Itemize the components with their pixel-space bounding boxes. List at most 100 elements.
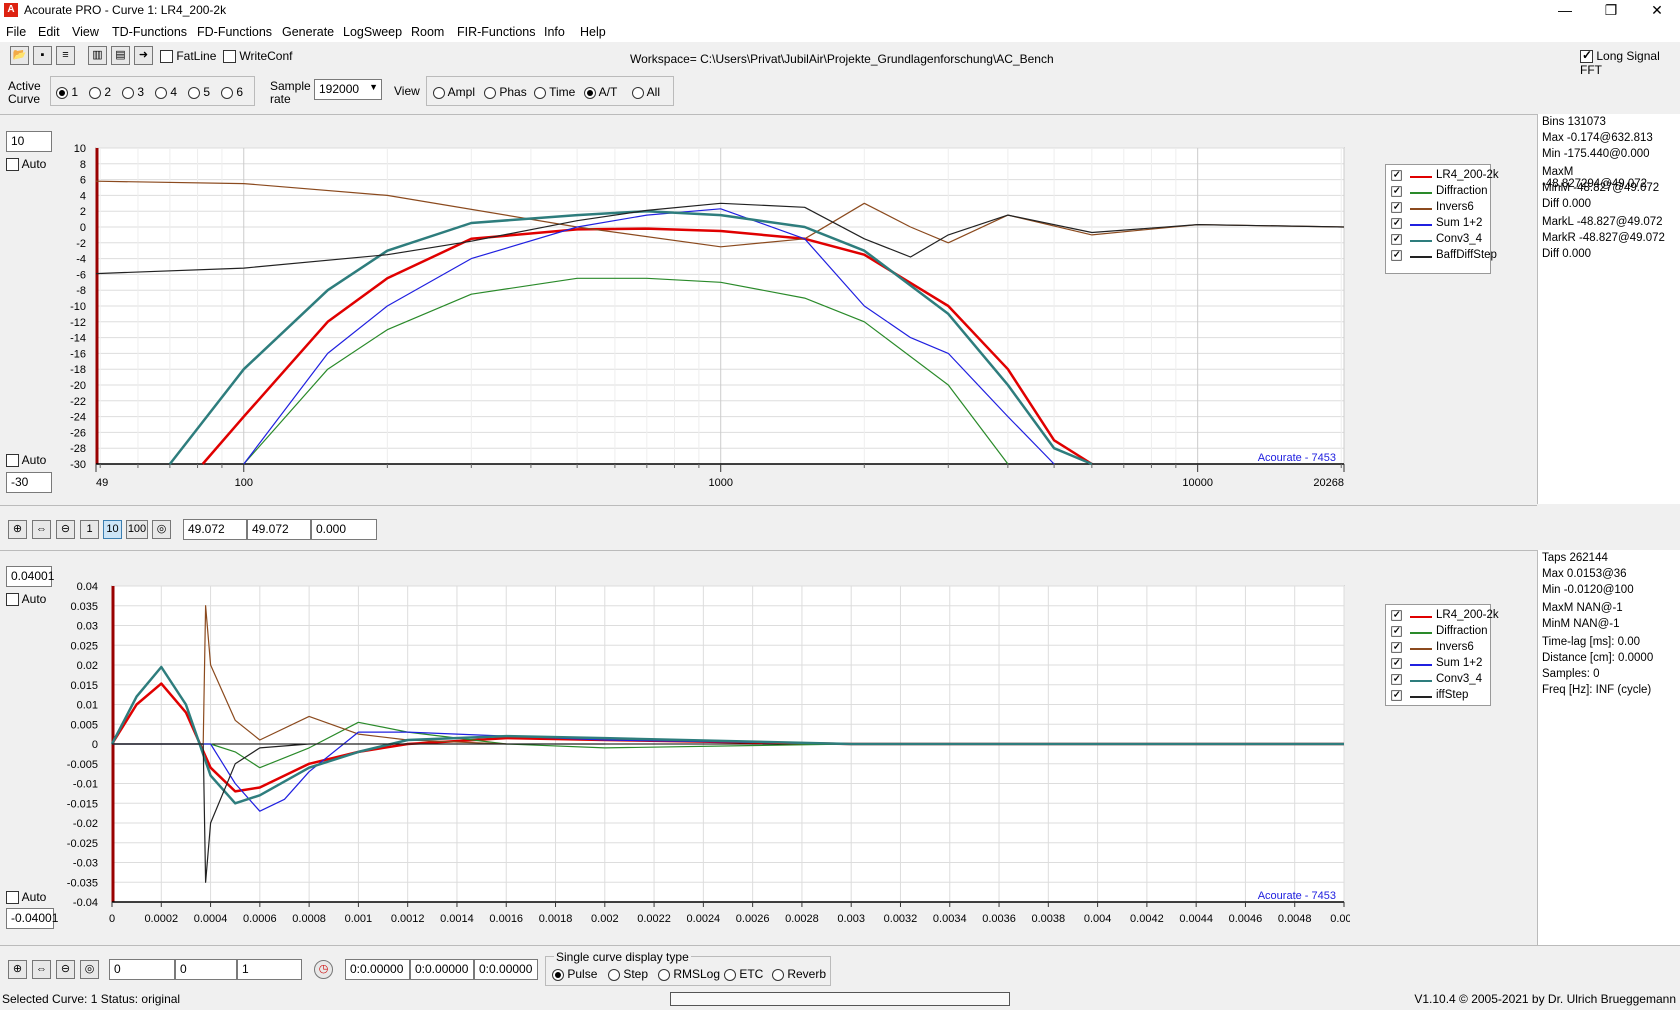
fatline-checkbox[interactable]: FatLine (160, 49, 216, 64)
menu-fd-functions[interactable]: FD-Functions (197, 25, 272, 39)
radio-icon[interactable] (56, 86, 68, 99)
legend-check-icon[interactable] (1391, 201, 1402, 213)
top-ymax-input[interactable]: 10 (6, 131, 52, 152)
legend-item[interactable]: Conv3_4 (1390, 233, 1482, 249)
curve-radio-3[interactable]: 3 (122, 85, 144, 99)
legend-item[interactable]: Diffraction (1390, 185, 1488, 201)
curve-radio-1[interactable]: 1 (56, 85, 78, 99)
display-radio-etc[interactable]: ETC (724, 967, 763, 981)
legend-item[interactable]: BaffDiffStep (1390, 249, 1497, 265)
radio-icon[interactable] (724, 968, 736, 981)
radio-icon[interactable] (772, 968, 784, 981)
long-signal-fft-check-icon[interactable] (1580, 48, 1593, 64)
minimize-button[interactable]: — (1542, 0, 1588, 22)
amplitude-chart[interactable]: 10 8 6 4 2 0 -2 -4 -6 -8 -10 -12 -14 -16 -18 -20 -22 -24 -… (58, 140, 1348, 500)
marker-field-1[interactable]: 49.072 (183, 519, 247, 540)
radio-icon[interactable] (122, 86, 134, 99)
menu-td-functions[interactable]: TD-Functions (112, 25, 187, 39)
top-auto-max-checkbox[interactable]: Auto (6, 157, 46, 172)
legend-check-icon[interactable] (1391, 689, 1402, 701)
radio-icon[interactable] (552, 968, 564, 981)
menu-generate[interactable]: Generate (282, 25, 334, 39)
legend-item[interactable]: LR4_200-2k (1390, 609, 1499, 625)
chevron-down-icon[interactable]: ▼ (369, 82, 378, 92)
menu-logsweep[interactable]: LogSweep (343, 25, 402, 39)
legend-check-icon[interactable] (1391, 673, 1402, 685)
menu-room[interactable]: Room (411, 25, 444, 39)
bottom-ymin-input[interactable]: -0.04001 (6, 908, 58, 929)
legend-check-icon[interactable] (1391, 185, 1402, 197)
menu-fir-functions[interactable]: FIR-Functions (457, 25, 536, 39)
display-radio-pulse[interactable]: Pulse (552, 967, 597, 981)
zoom-in-icon[interactable]: ⊕ (8, 520, 27, 539)
radio-icon[interactable] (188, 86, 200, 99)
check-icon[interactable] (6, 454, 19, 468)
display-radio-reverb[interactable]: Reverb (772, 967, 826, 981)
legend-check-icon[interactable] (1391, 169, 1402, 181)
legend-item[interactable]: Diffraction (1390, 625, 1488, 641)
top-ymin-input[interactable]: -30 (6, 472, 52, 493)
pulse-chart[interactable]: 0.04 0.035 0.03 0.025 0.02 0.015 0.01 0.005 0 -0.… (60, 578, 1350, 938)
legend-check-icon[interactable] (1391, 609, 1402, 621)
legend-item[interactable]: Conv3_4 (1390, 673, 1482, 689)
time-readout-2[interactable]: 0:0.00000 (410, 959, 474, 980)
legend-check-icon[interactable] (1391, 625, 1402, 637)
sample-rate-select[interactable]: 192000 ▼ (314, 79, 382, 100)
menu-edit[interactable]: Edit (38, 25, 60, 39)
radio-icon[interactable] (155, 86, 167, 99)
zoom-10-button[interactable]: 10 (103, 520, 122, 539)
writeconf-check-icon[interactable] (223, 50, 236, 64)
bottom-ymax-input[interactable]: 0.04001 (6, 566, 54, 587)
zoom-out-icon[interactable]: ⊖ (56, 520, 75, 539)
zoom-out-icon[interactable]: ⊖ (56, 960, 75, 979)
bottom-auto-max-checkbox[interactable]: Auto (6, 592, 46, 607)
curve-radio-5[interactable]: 5 (188, 85, 210, 99)
view-radio-at[interactable]: A/T (584, 85, 617, 99)
time-readout-3[interactable]: 0:0.00000 (474, 959, 538, 980)
save-icon[interactable]: ▪ (33, 46, 52, 65)
export-icon[interactable]: ➜ (134, 46, 153, 65)
curve-radio-4[interactable]: 4 (155, 85, 177, 99)
legend-check-icon[interactable] (1391, 641, 1402, 653)
check-icon[interactable] (6, 891, 19, 905)
radio-icon[interactable] (484, 86, 496, 99)
radio-icon[interactable] (221, 86, 233, 99)
trash-icon[interactable]: ▤ (111, 46, 130, 65)
menu-help[interactable]: Help (580, 25, 606, 39)
trash-all-icon[interactable]: ▥ (88, 46, 107, 65)
crosshair-icon[interactable]: ◎ (80, 960, 99, 979)
display-radio-rmslog[interactable]: RMSLog (658, 967, 720, 981)
legend-check-icon[interactable] (1391, 217, 1402, 229)
radio-icon[interactable] (534, 86, 546, 99)
legend-item[interactable]: Sum 1+2 (1390, 217, 1482, 233)
menu-info[interactable]: Info (544, 25, 565, 39)
check-icon[interactable] (6, 593, 19, 607)
radio-icon[interactable] (658, 968, 670, 981)
crosshair-icon[interactable]: ◎ (152, 520, 171, 539)
legend-check-icon[interactable] (1391, 657, 1402, 669)
zoom-in-icon[interactable]: ⊕ (8, 960, 27, 979)
menu-file[interactable]: File (6, 25, 26, 39)
time-readout-1[interactable]: 0:0.00000 (345, 959, 410, 980)
menu-view[interactable]: View (72, 25, 99, 39)
legend-item[interactable]: LR4_200-2k (1390, 169, 1499, 185)
time-field-2[interactable]: 0 (175, 959, 237, 980)
time-field-1[interactable]: 0 (109, 959, 175, 980)
curve-radio-6[interactable]: 6 (221, 85, 243, 99)
legend-item[interactable]: Invers6 (1390, 641, 1474, 657)
time-field-3[interactable]: 1 (237, 959, 302, 980)
check-icon[interactable] (6, 158, 19, 172)
restore-button[interactable]: ❐ (1588, 0, 1634, 22)
fit-horizontal-icon[interactable]: ⇔ (32, 520, 51, 539)
radio-icon[interactable] (632, 86, 644, 99)
legend-check-icon[interactable] (1391, 249, 1402, 261)
legend-check-icon[interactable] (1391, 233, 1402, 245)
stopwatch-icon[interactable]: ◷ (314, 960, 333, 979)
fatline-check-icon[interactable] (160, 50, 173, 64)
curve-radio-2[interactable]: 2 (89, 85, 111, 99)
view-radio-time[interactable]: Time (534, 85, 575, 99)
bottom-auto-min-checkbox[interactable]: Auto (6, 890, 46, 905)
zoom-100-button[interactable]: 100 (126, 520, 148, 539)
radio-icon[interactable] (584, 86, 596, 99)
display-radio-step[interactable]: Step (608, 967, 648, 981)
